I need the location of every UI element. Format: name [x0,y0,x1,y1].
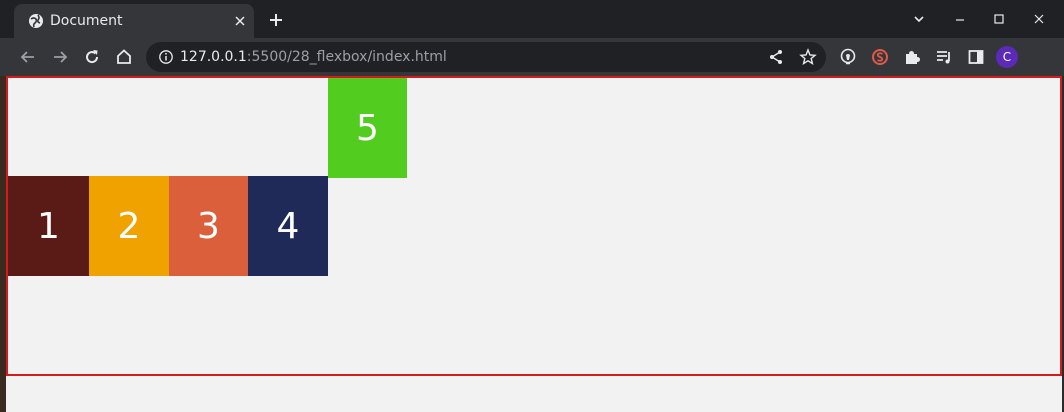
page-viewport: 1 2 3 4 5 [6,76,1062,412]
tab-strip: Document [0,0,1064,38]
minimize-icon[interactable] [951,10,969,28]
puzzle-icon[interactable] [902,47,922,67]
home-icon[interactable] [114,47,134,67]
tab-document[interactable]: Document [14,4,254,38]
plus-icon[interactable] [266,10,286,30]
reload-icon[interactable] [82,47,102,67]
info-icon[interactable] [158,49,174,65]
globe-icon [29,14,43,28]
share-icon[interactable] [766,47,786,67]
close-icon[interactable] [232,13,248,29]
address-bar[interactable]: 127.0.0.1:5500/28_flexbox/index.html [146,42,826,72]
url-path: :5500/28_flexbox/index.html [246,49,447,65]
flex-item-3: 3 [169,176,248,276]
playlist-icon[interactable] [934,47,954,67]
close-icon[interactable] [1030,10,1048,28]
flex-item-5: 5 [328,78,407,178]
forward-arrow-icon[interactable] [50,47,70,67]
chevron-down-icon[interactable] [910,10,928,28]
star-icon[interactable] [798,47,818,67]
flex-item-2: 2 [89,176,169,276]
browser-toolbar: 127.0.0.1:5500/28_flexbox/index.html 7 C [0,38,1064,108]
url-text: 127.0.0.1:5500/28_flexbox/index.html [180,48,447,66]
url-host: 127.0.0.1 [180,49,247,65]
tab-title: Document [50,13,123,29]
flex-item-4: 4 [248,176,328,276]
lightbulb-icon[interactable] [838,47,858,67]
flex-item-1: 1 [8,176,89,276]
flex-container: 1 2 3 4 5 [6,76,1062,376]
sidepanel-icon[interactable] [966,47,986,67]
maximize-icon[interactable] [990,10,1008,28]
back-arrow-icon[interactable] [18,47,38,67]
extension-s-icon[interactable] [870,47,890,67]
avatar[interactable]: C [996,46,1018,68]
